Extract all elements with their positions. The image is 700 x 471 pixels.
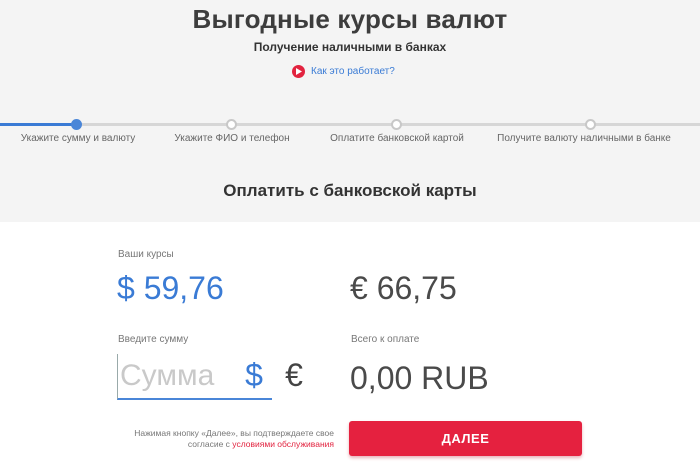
rates-label: Ваши курсы <box>118 249 174 260</box>
step-label-name: Укажите ФИО и телефон <box>174 133 290 144</box>
usd-rate: $ 59,76 <box>117 270 224 306</box>
amount-input[interactable] <box>117 354 236 400</box>
page-header: Выгодные курсы валют Получение наличными… <box>0 0 700 220</box>
step-label-amount: Укажите сумму и валюту <box>20 133 136 144</box>
currency-usd-button[interactable]: $ <box>236 354 272 400</box>
amount-label: Введите сумму <box>118 334 189 345</box>
eur-rate: € 66,75 <box>350 270 457 306</box>
progress-steps: Укажите сумму и валюту Укажите ФИО и тел… <box>0 114 700 154</box>
page-subtitle: Получение наличными в банках <box>253 40 447 54</box>
consent-text: Нажимая кнопку «Далее», вы подтверждаете… <box>120 428 334 450</box>
next-button[interactable]: ДАЛЕЕ <box>349 421 582 456</box>
play-icon <box>292 64 305 78</box>
progress-track-fill <box>0 123 77 126</box>
step-dot-name <box>226 119 237 130</box>
step-dot-receive <box>585 119 596 130</box>
page-title: Выгодные курсы валют <box>192 4 508 34</box>
total-value: 0,00 RUB <box>350 360 489 396</box>
step-dot-amount <box>71 119 82 130</box>
step-label-payment: Оплатите банковской картой <box>330 133 464 144</box>
section-title: Оплатить с банковской карты <box>223 181 477 200</box>
total-label: Всего к оплате <box>351 334 420 345</box>
step-label-receive: Получите валюту наличными в банке <box>497 133 671 144</box>
terms-link[interactable]: условиями обслуживания <box>232 439 334 449</box>
how-it-works-link[interactable]: Как это работает? <box>292 64 395 78</box>
currency-eur-button[interactable]: € <box>276 354 312 400</box>
how-it-works-label: Как это работает? <box>311 65 395 77</box>
step-dot-payment <box>391 119 402 130</box>
